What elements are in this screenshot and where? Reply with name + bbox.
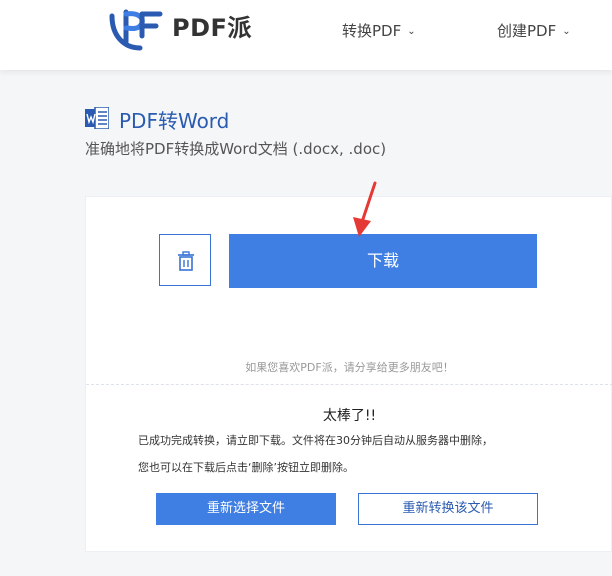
- result-card: 下载 如果您喜欢PDF派，请分享给更多朋友吧！ 太棒了!! 已成功完成转换，请立…: [85, 181, 612, 552]
- nav-convert-label: 转换PDF: [342, 22, 402, 40]
- nav-create-pdf[interactable]: 创建PDF ⌄: [497, 20, 571, 41]
- success-title: 太棒了!!: [322, 408, 377, 424]
- reselect-file-button[interactable]: 重新选择文件: [156, 493, 336, 525]
- pdfpai-logo-icon[interactable]: [106, 6, 166, 52]
- nav-convert-pdf[interactable]: 转换PDF ⌄: [342, 20, 416, 41]
- success-message-line2: 您也可以在下载后点击‘删除’按钮立即删除。: [138, 461, 354, 474]
- page-title: PDF转Word: [119, 109, 230, 133]
- nav-create-label: 创建PDF: [497, 22, 557, 40]
- download-button[interactable]: 下载: [229, 234, 537, 288]
- section-divider: [86, 384, 612, 385]
- reconvert-file-button[interactable]: 重新转换该文件: [358, 493, 538, 525]
- share-prompt: 如果您喜欢PDF派，请分享给更多朋友吧！: [245, 361, 454, 374]
- delete-button[interactable]: [159, 234, 211, 286]
- word-doc-icon: [85, 107, 109, 129]
- chevron-down-icon: ⌄: [407, 26, 416, 37]
- brand-name[interactable]: PDF派: [172, 8, 252, 43]
- page-subtitle: 准确地将PDF转换成Word文档 (.docx, .doc): [85, 140, 387, 158]
- success-message-line1: 已成功完成转换，请立即下载。文件将在30分钟后自动从服务器中删除，: [138, 434, 493, 447]
- top-header: PDF派 转换PDF ⌄ 创建PDF ⌄: [0, 0, 612, 70]
- trash-icon: [178, 251, 194, 271]
- chevron-down-icon: ⌄: [562, 26, 571, 37]
- red-arrow-icon: [353, 181, 377, 237]
